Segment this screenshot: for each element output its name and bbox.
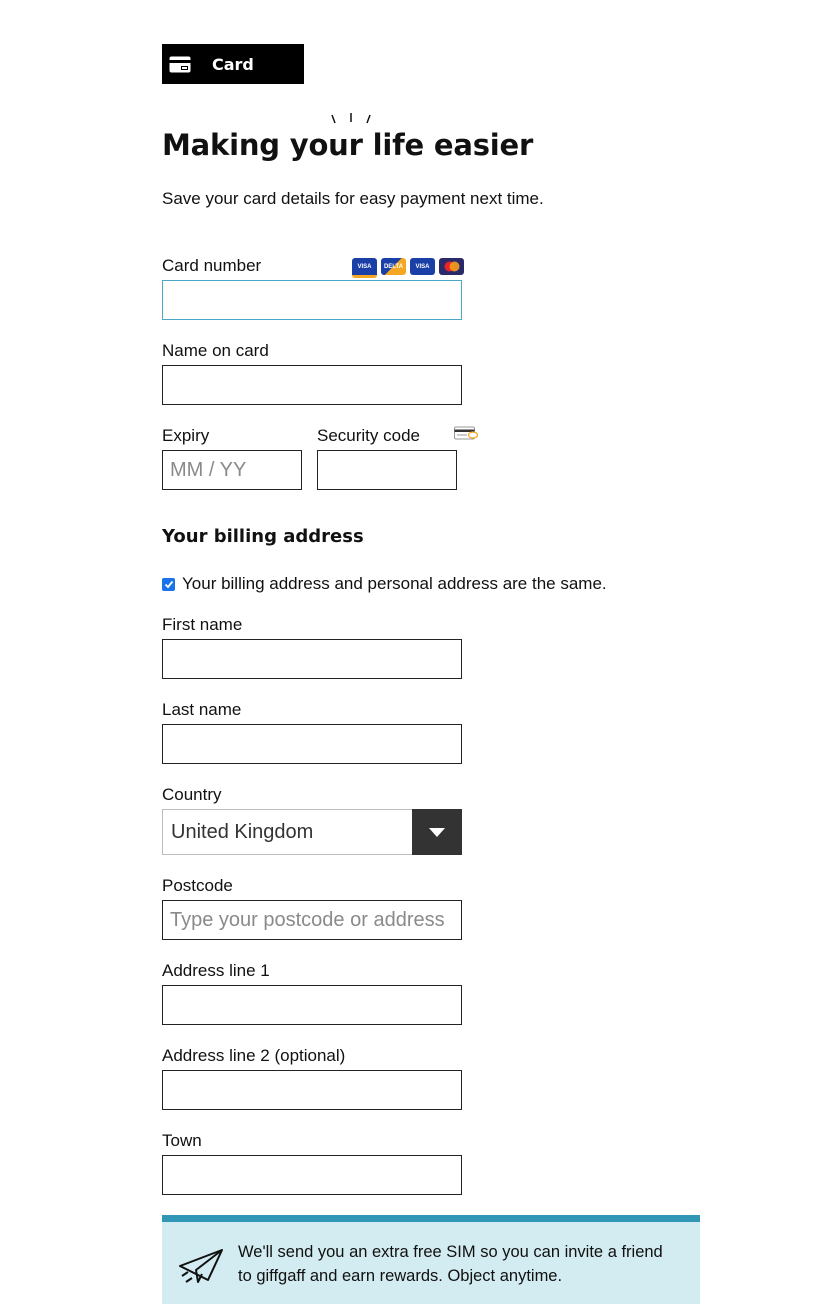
- paper-plane-icon: [179, 1249, 223, 1283]
- mastercard-icon: [439, 258, 464, 275]
- country-select[interactable]: United Kingdom: [162, 809, 462, 855]
- postcode-label: Postcode: [162, 876, 233, 895]
- address-line-1-label: Address line 1: [162, 961, 270, 980]
- visa-electron-icon: VISA: [410, 258, 435, 275]
- promo-text: We'll send you an extra free SIM so you …: [238, 1243, 663, 1285]
- postcode-input[interactable]: [162, 900, 462, 940]
- first-name-label: First name: [162, 615, 243, 634]
- visa-icon: VISA: [352, 258, 377, 278]
- town-label: Town: [162, 1131, 202, 1150]
- first-name-input[interactable]: [162, 639, 462, 679]
- card-number-label: Card number: [162, 256, 262, 275]
- card-tab[interactable]: Card: [162, 44, 304, 84]
- card-number-input[interactable]: [162, 280, 462, 320]
- name-on-card-label: Name on card: [162, 341, 269, 360]
- name-on-card-input[interactable]: [162, 365, 462, 405]
- expiry-input[interactable]: [162, 450, 302, 490]
- security-code-icon: [454, 426, 478, 440]
- card-tab-label: Card: [212, 54, 254, 74]
- last-name-input[interactable]: [162, 724, 462, 764]
- same-address-label: Your billing address and personal addres…: [182, 574, 607, 593]
- page-title: Making your life easier: [162, 128, 534, 162]
- billing-heading: Your billing address: [162, 526, 364, 547]
- country-label: Country: [162, 785, 222, 804]
- country-value: United Kingdom: [171, 820, 314, 843]
- same-address-checkbox[interactable]: [162, 577, 175, 591]
- sparkle-icon: [331, 113, 371, 124]
- promo-banner: We'll send you an extra free SIM so you …: [162, 1215, 700, 1304]
- same-address-row[interactable]: Your billing address and personal addres…: [162, 574, 607, 594]
- address-line-2-label: Address line 2 (optional): [162, 1046, 346, 1065]
- last-name-label: Last name: [162, 700, 242, 719]
- page-subtitle: Save your card details for easy payment …: [162, 189, 544, 208]
- town-input[interactable]: [162, 1155, 462, 1195]
- card-icon: [168, 55, 192, 73]
- delta-icon: DELTA: [381, 258, 406, 275]
- security-code-label: Security code: [317, 426, 420, 445]
- address-line-2-input[interactable]: [162, 1070, 462, 1110]
- security-code-input[interactable]: [317, 450, 457, 490]
- address-line-1-input[interactable]: [162, 985, 462, 1025]
- expiry-label: Expiry: [162, 426, 210, 445]
- chevron-down-icon[interactable]: [412, 809, 462, 855]
- card-logos: VISA DELTA VISA: [352, 258, 464, 278]
